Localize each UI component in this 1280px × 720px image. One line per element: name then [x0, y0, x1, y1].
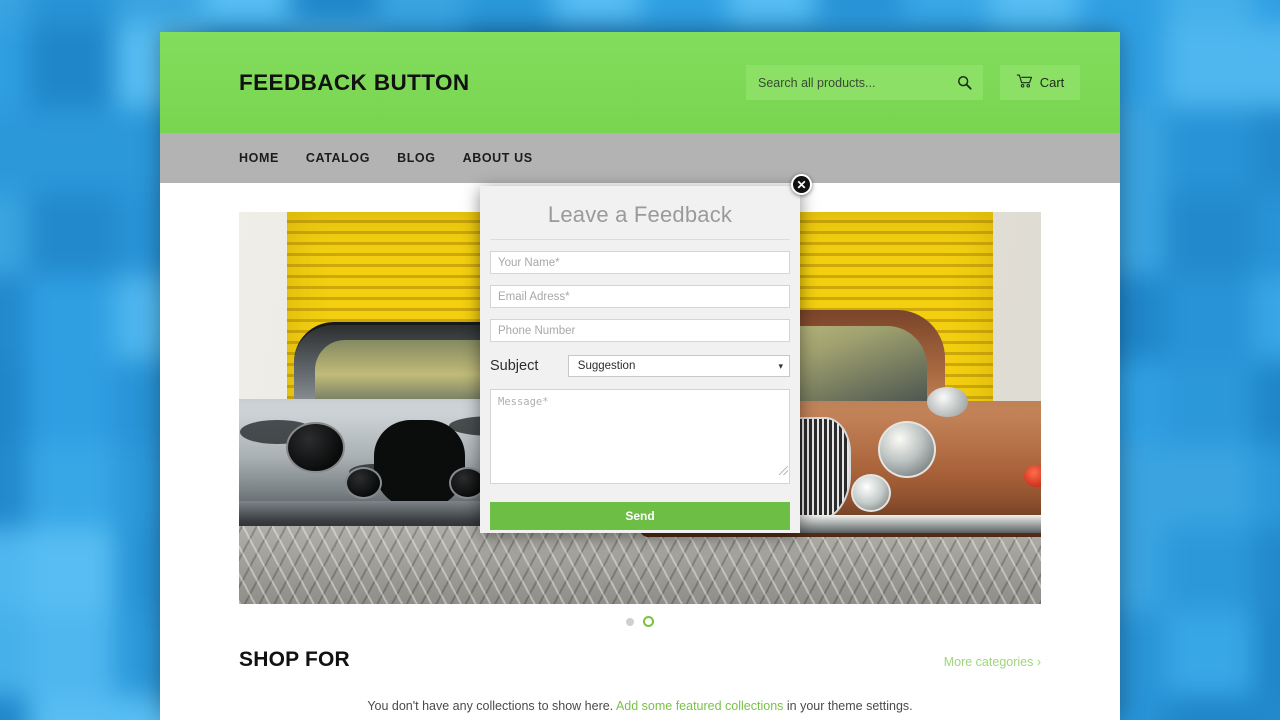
main-navigation: HOME CATALOG BLOG ABOUT US	[160, 133, 1120, 183]
subject-row: Subject Suggestion ▾	[490, 355, 790, 377]
search-bar[interactable]	[746, 65, 983, 100]
search-icon[interactable]	[953, 72, 975, 94]
close-icon[interactable]: ✕	[791, 174, 812, 195]
modal-title: Leave a Feedback	[490, 196, 790, 240]
page-title: SHOP FOR	[239, 648, 350, 671]
phone-input[interactable]	[490, 319, 790, 342]
email-input[interactable]	[490, 285, 790, 308]
carousel-dot-1[interactable]	[626, 617, 634, 626]
nav-item-about-us[interactable]: ABOUT US	[463, 151, 533, 165]
chevron-down-icon: ▾	[778, 360, 783, 371]
nav-item-catalog[interactable]: CATALOG	[306, 151, 370, 165]
empty-note-text-after: in your theme settings.	[783, 699, 913, 713]
site-header: FEEDBACK BUTTON Search all products... C…	[160, 32, 1120, 133]
feedback-modal: ✕ Leave a Feedback Subject Suggestion ▾ …	[480, 174, 812, 533]
search-input[interactable]	[758, 75, 953, 90]
empty-note-text-before: You don't have any collections to show h…	[367, 699, 616, 713]
nav-item-blog[interactable]: BLOG	[397, 151, 436, 165]
cart-label: Cart	[1039, 75, 1065, 90]
nav-item-home[interactable]: HOME	[239, 151, 279, 165]
subject-label: Subject	[490, 358, 539, 374]
carousel-dot-2-active[interactable]	[643, 616, 654, 627]
name-input[interactable]	[490, 251, 790, 274]
shopping-cart-icon	[1016, 74, 1033, 91]
shop-logo[interactable]: FEEDBACK BUTTON	[239, 70, 470, 96]
subject-select[interactable]: Suggestion ▾	[567, 355, 790, 377]
add-featured-collections-link[interactable]: Add some featured collections	[616, 699, 783, 713]
cart-button[interactable]: Cart	[1000, 65, 1080, 100]
subject-selected-value: Suggestion	[577, 360, 636, 372]
send-button[interactable]: Send	[490, 502, 790, 530]
carousel-dots	[160, 616, 1120, 627]
header-actions: Cart	[746, 65, 1080, 100]
empty-collections-note: You don't have any collections to show h…	[160, 699, 1120, 713]
message-textarea[interactable]	[490, 389, 790, 484]
more-categories-link[interactable]: More categories ›	[944, 655, 1041, 669]
shop-for-section: SHOP FOR More categories ›	[239, 648, 1041, 672]
